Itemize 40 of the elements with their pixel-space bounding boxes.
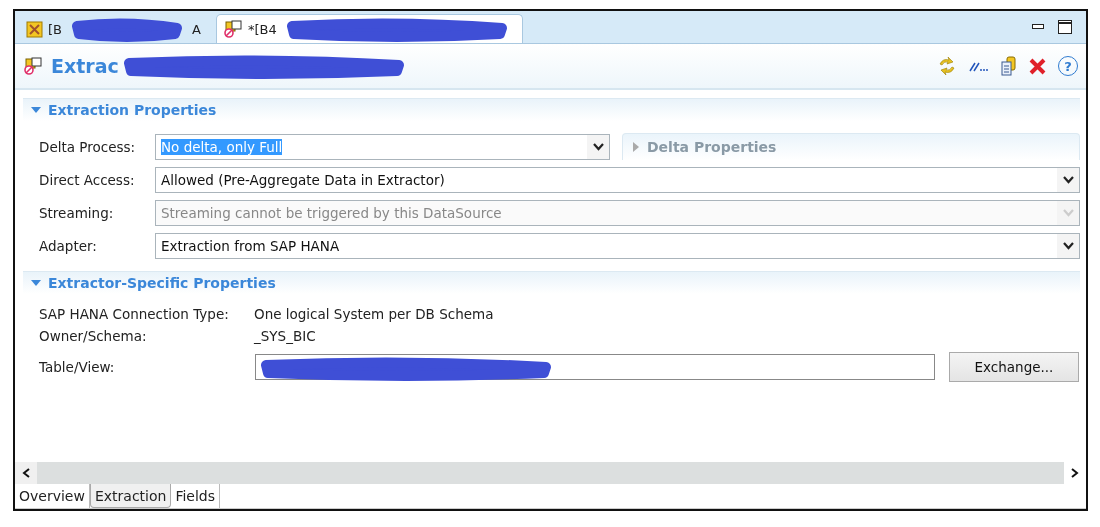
datasource-icon xyxy=(23,57,43,75)
collapse-triangle-icon[interactable] xyxy=(31,105,41,115)
field-value: One logical System per DB Schema xyxy=(254,306,495,322)
field-label: Table/View: xyxy=(39,359,116,375)
tab-label: A xyxy=(192,21,201,37)
dropdown-field[interactable]: Extraction from SAP HANA xyxy=(155,233,1080,259)
dropdown-field[interactable]: Allowed (Pre-Aggregate Data in Extractor) xyxy=(155,167,1080,193)
tab-label: [B xyxy=(48,21,62,37)
table-view-field[interactable] xyxy=(255,354,935,380)
section-header[interactable]: Extractor-Specific Properties xyxy=(23,271,1080,294)
warning-box-icon xyxy=(26,20,43,38)
scroll-right-icon[interactable] xyxy=(1071,468,1079,478)
slash-dots-icon[interactable] xyxy=(969,60,989,72)
page-tab[interactable]: Extraction xyxy=(89,484,172,508)
editor-title: Extrac xyxy=(51,55,119,77)
field-label: Adapter: xyxy=(39,238,98,254)
field-label: Streaming: xyxy=(39,205,115,221)
minimize-icon[interactable] xyxy=(1032,24,1044,30)
editor-tab[interactable]: *[B4 xyxy=(215,14,523,43)
scroll-left-icon[interactable] xyxy=(22,468,30,478)
horizontal-scrollbar[interactable] xyxy=(15,462,1086,484)
field-value: _SYS_BIC xyxy=(254,328,317,344)
field-label: Owner/Schema: xyxy=(39,328,148,344)
maximize-icon[interactable] xyxy=(1058,20,1072,34)
refresh-arrows-icon[interactable] xyxy=(937,56,957,76)
collapse-triangle-icon[interactable] xyxy=(31,278,41,288)
chevron-down-icon xyxy=(592,142,604,151)
section-header[interactable]: Extraction Properties xyxy=(23,98,1080,121)
tab-label: *[B4 xyxy=(247,21,277,37)
chevron-down-icon xyxy=(1062,209,1074,217)
document-database-icon[interactable] xyxy=(1001,56,1017,76)
close-icon[interactable] xyxy=(1029,57,1046,75)
field-label: SAP HANA Connection Type: xyxy=(39,306,230,322)
editor-tab[interactable]: [B A xyxy=(19,14,212,43)
chevron-down-icon xyxy=(1062,176,1074,184)
field-label: Direct Access: xyxy=(39,172,136,188)
chevron-down-icon xyxy=(1062,242,1074,250)
field-label: Delta Process: xyxy=(39,138,137,155)
exchange-button[interactable]: Exchange... xyxy=(949,352,1079,382)
datasource-icon xyxy=(222,20,243,38)
